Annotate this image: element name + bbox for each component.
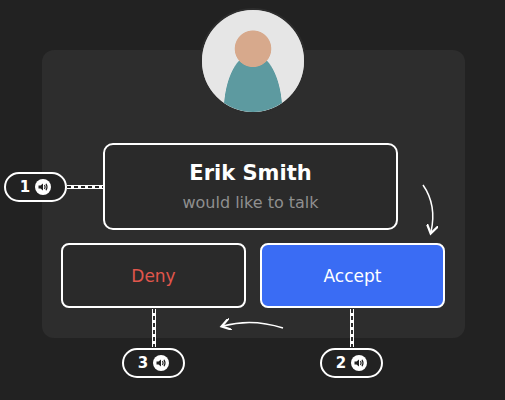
step-number: 1 xyxy=(20,178,30,196)
caller-name: Erik Smith xyxy=(189,161,311,186)
caller-message: would like to talk xyxy=(182,193,318,212)
speaker-icon xyxy=(351,355,367,371)
step-badge: 2 xyxy=(320,348,383,378)
button-row: DenyAccept xyxy=(61,243,465,308)
speaker-icon xyxy=(153,355,169,371)
speaker-icon xyxy=(35,179,51,195)
deny-button[interactable]: Deny xyxy=(61,243,246,308)
step-badge: 3 xyxy=(122,348,185,378)
step-number: 2 xyxy=(336,354,346,372)
annotation-lines xyxy=(0,0,505,400)
avatar-image xyxy=(202,10,304,112)
avatar-photo xyxy=(200,8,306,114)
step-number: 3 xyxy=(138,354,148,372)
accept-button[interactable]: Accept xyxy=(260,243,445,308)
caller-box: Erik Smith would like to talk xyxy=(103,143,398,230)
step-badge: 1 xyxy=(4,172,67,202)
